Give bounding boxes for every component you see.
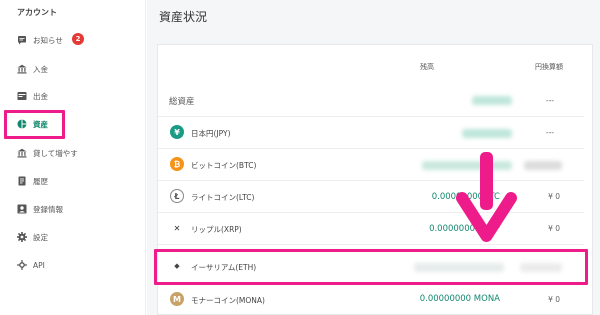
sidebar-item-label: お知らせ [33, 35, 63, 45]
blurred-yen-value [524, 161, 562, 170]
eth-row-highlight-box [154, 249, 588, 285]
column-header-balance: 残高 [420, 63, 434, 71]
lend-icon [17, 148, 27, 158]
xrp-icon: ✕ [170, 221, 184, 235]
asset-name: モナーコイン(MONA) [191, 296, 265, 305]
sidebar-item-deposit[interactable]: 入金 [0, 56, 146, 82]
asset-name: ライトコイン(LTC) [191, 193, 255, 202]
asset-yen-value: ¥ 0 [548, 224, 560, 233]
yen-icon: ¥ [170, 125, 184, 139]
sidebar-item-lend[interactable]: 貸して増やす [0, 140, 146, 166]
sidebar-item-label: 貸して増やす [33, 148, 78, 158]
sidebar-item-withdraw[interactable]: 出金 [0, 83, 146, 109]
sidebar-item-label: 入金 [33, 64, 48, 74]
page-title: 資産状況 [159, 10, 208, 24]
blurred-total-balance [472, 96, 512, 105]
asset-yen-value: ¥ 0 [548, 192, 560, 201]
total-assets-row: 総資産 --- [157, 85, 584, 117]
asset-row-jpy[interactable]: ¥ 日本円(JPY) --- [157, 117, 584, 149]
sidebar-item-api[interactable]: API [0, 252, 146, 278]
blurred-balance [462, 129, 512, 138]
asset-name: 日本円(JPY) [191, 129, 231, 138]
history-icon [17, 176, 27, 186]
arrow-down-icon [456, 152, 517, 242]
total-assets-label: 総資産 [169, 97, 195, 107]
gear-icon [17, 232, 27, 242]
column-header-yen-value: 円換算額 [535, 63, 563, 71]
asset-yen-value: ¥ 0 [548, 295, 560, 304]
sidebar-item-label: API [33, 260, 45, 270]
nav-highlight-box [4, 110, 65, 139]
sidebar-item-settings[interactable]: 設定 [0, 224, 146, 250]
sidebar-item-history[interactable]: 履歴 [0, 168, 146, 194]
asset-row-mona[interactable]: M モナーコイン(MONA) 0.00000000 MONA ¥ 0 [157, 284, 584, 315]
mona-icon: M [170, 292, 184, 306]
account-box-icon [17, 204, 27, 214]
asset-yen-value: --- [545, 128, 554, 137]
btc-icon: ₿ [170, 157, 184, 171]
total-yen-value: --- [545, 96, 554, 105]
notification-count-badge: 2 [72, 33, 84, 45]
asset-name: リップル(XRP) [191, 225, 242, 234]
sidebar-item-label: 履歴 [33, 176, 48, 186]
asset-balance: 0.00000000 MONA [419, 294, 500, 304]
withdraw-icon [17, 91, 27, 101]
ltc-icon: Ł [170, 189, 184, 203]
message-icon [17, 35, 27, 45]
sidebar-item-label: 登録情報 [33, 204, 63, 214]
sidebar-section-title: アカウント [17, 8, 57, 17]
sidebar: アカウント お知らせ 2 入金 出金 資産 貸して増やす 履歴 登録情報 設定 … [0, 0, 146, 315]
api-icon [17, 260, 27, 270]
sidebar-item-notifications[interactable]: お知らせ 2 [0, 27, 146, 53]
asset-name: ビットコイン(BTC) [191, 161, 257, 170]
sidebar-item-label: 設定 [33, 232, 48, 242]
bank-icon [17, 64, 27, 74]
sidebar-item-label: 出金 [33, 91, 48, 101]
sidebar-item-registration[interactable]: 登録情報 [0, 196, 146, 222]
